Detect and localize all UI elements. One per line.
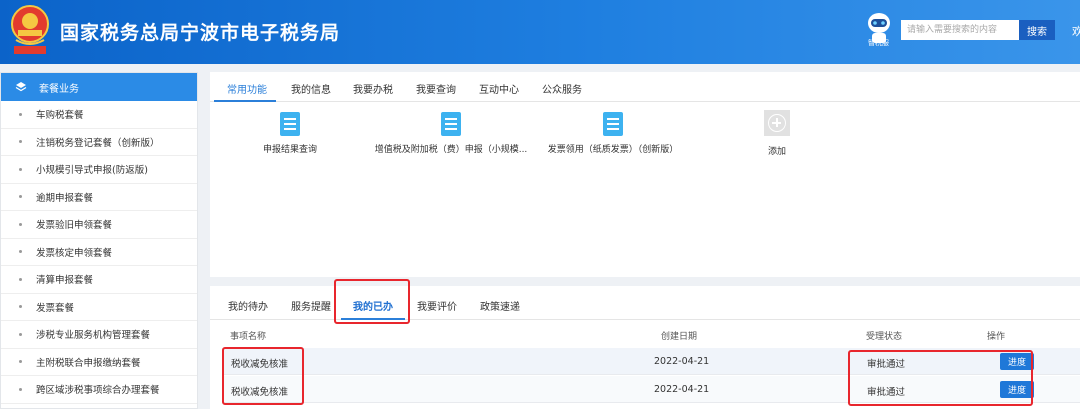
tax-emblem-icon — [11, 5, 49, 54]
sidebar-item[interactable]: 发票验旧申领套餐 — [1, 211, 197, 239]
cell-date: 2022-04-21 — [654, 356, 710, 367]
sidebar-item-label: 清算申报套餐 — [36, 275, 94, 287]
sidebar-item-label: 发票验旧申领套餐 — [36, 220, 113, 232]
bullet-icon — [19, 387, 22, 391]
sidebar-item-label: 发票套餐 — [36, 302, 75, 314]
sidebar-item-label: 逾期申报套餐 — [36, 192, 94, 204]
bullet-icon — [19, 140, 22, 144]
function-tile[interactable]: 申报结果查询 — [205, 112, 375, 155]
tab-interaction-center[interactable]: 互动中心 — [479, 81, 519, 96]
bullet-icon — [19, 332, 22, 336]
document-icon — [603, 112, 623, 136]
bullet-icon — [19, 222, 22, 226]
sidebar: 套餐业务 车购税套餐 注销税务登记套餐（创新版） 小规模引导式申报(防返版) 逾… — [0, 72, 198, 409]
tab-query[interactable]: 我要查询 — [416, 81, 456, 96]
search-input[interactable] — [901, 20, 1019, 40]
sidebar-item[interactable]: 逾期申报套餐 — [1, 184, 197, 211]
tab-policy-express[interactable]: 政策速递 — [480, 298, 520, 313]
function-label: 申报结果查询 — [262, 145, 317, 155]
page-title: 国家税务总局宁波市电子税务局 — [60, 22, 341, 44]
function-label: 增值税及附加税（费）申报（小规模... — [374, 145, 528, 155]
sidebar-item[interactable]: 清算申报套餐 — [1, 266, 197, 294]
sidebar-item[interactable]: 注销税务登记套餐（创新版） — [1, 129, 197, 156]
bullet-icon — [19, 167, 22, 171]
sidebar-item-label: 主附税联合申报缴纳套餐 — [36, 357, 141, 369]
site-header: 国家税务总局宁波市电子税务局 智税服 搜索 欢 — [0, 0, 1080, 64]
sidebar-item[interactable]: 小规模引导式申报(防返版) — [1, 156, 197, 184]
sidebar-item[interactable]: 发票套餐 — [1, 294, 197, 321]
sidebar-item[interactable]: 涉税专业服务机构管理套餐 — [1, 321, 197, 349]
bullet-icon — [19, 360, 22, 364]
active-tab-indicator — [214, 100, 276, 102]
sidebar-item[interactable]: 主附税联合申报缴纳套餐 — [1, 349, 197, 376]
sidebar-item-label: 车购税套餐 — [36, 110, 84, 122]
top-tab-bar: 常用功能 我的信息 我要办税 我要查询 互动中心 公众服务 — [210, 72, 1080, 102]
column-header-status: 受理状态 — [866, 332, 903, 342]
tab-tax-handling[interactable]: 我要办税 — [353, 81, 393, 96]
layers-icon — [15, 82, 27, 92]
bullet-icon — [19, 277, 22, 281]
function-label: 添加 — [767, 147, 786, 157]
sidebar-item-label: 注销税务登记套餐（创新版） — [36, 137, 160, 149]
cell-date: 2022-04-21 — [654, 384, 710, 395]
bullet-icon — [19, 195, 22, 199]
robot-label: 智税服 — [868, 39, 889, 47]
tab-my-info[interactable]: 我的信息 — [291, 81, 331, 96]
header-clipped-text[interactable]: 欢 — [1072, 23, 1080, 39]
document-icon — [280, 112, 300, 136]
sidebar-item[interactable]: 跨区域涉税事项综合办理套餐 — [1, 376, 197, 404]
function-tile[interactable]: 发票领用（纸质发票）（创新版） — [528, 112, 698, 155]
add-function-tile[interactable]: 添加 — [692, 110, 862, 157]
highlight-status-box — [848, 350, 1033, 406]
search-button[interactable]: 搜索 — [1019, 20, 1055, 40]
plus-circle-icon — [764, 110, 790, 136]
bullet-icon — [19, 250, 22, 254]
functions-panel: 常用功能 我的信息 我要办税 我要查询 互动中心 公众服务 申报结果查询 增值税… — [210, 72, 1080, 277]
tab-public-service[interactable]: 公众服务 — [542, 81, 582, 96]
function-tile[interactable]: 增值税及附加税（费）申报（小规模... — [366, 112, 536, 155]
tab-common-functions[interactable]: 常用功能 — [227, 81, 267, 96]
sidebar-item-label: 涉税专业服务机构管理套餐 — [36, 330, 151, 342]
sidebar-item-label: 发票核定申领套餐 — [36, 247, 113, 259]
document-icon — [441, 112, 461, 136]
bullet-icon — [19, 305, 22, 309]
highlight-name-box — [222, 347, 304, 405]
tab-my-todo[interactable]: 我的待办 — [228, 298, 268, 313]
column-header-date: 创建日期 — [661, 332, 698, 342]
sidebar-item[interactable]: 发票核定申领套餐 — [1, 239, 197, 266]
bullet-icon — [19, 112, 22, 116]
tab-service-reminder[interactable]: 服务提醒 — [291, 298, 331, 313]
sidebar-item-label: 跨区域涉税事项综合办理套餐 — [36, 385, 160, 397]
sidebar-item-label: 小规模引导式申报(防返版) — [36, 165, 148, 177]
sidebar-header[interactable]: 套餐业务 — [1, 73, 197, 101]
column-header-action: 操作 — [987, 332, 1006, 342]
highlight-tab-box — [334, 279, 410, 324]
column-header-name: 事项名称 — [230, 332, 267, 342]
tab-my-review[interactable]: 我要评价 — [417, 298, 457, 313]
sidebar-header-label: 套餐业务 — [39, 83, 79, 95]
function-label: 发票领用（纸质发票）（创新版） — [547, 145, 679, 155]
sidebar-item[interactable]: 车购税套餐 — [1, 101, 197, 129]
